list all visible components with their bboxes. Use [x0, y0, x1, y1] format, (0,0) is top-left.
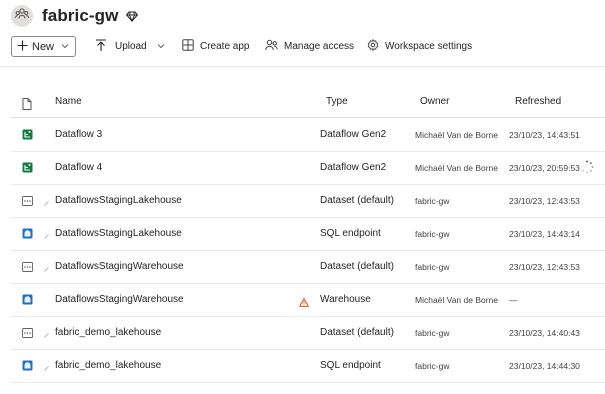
row-owner: fabric-gw [415, 228, 450, 239]
workspace-header: fabric-gw [11, 4, 139, 28]
row-owner: fabric-gw [415, 195, 450, 206]
upload-icon [95, 38, 107, 55]
row-refreshed: 23/10/23, 14:43:51 [509, 129, 580, 140]
new-button-label: New [32, 40, 55, 53]
gear-icon [367, 38, 379, 54]
row-type: SQL endpoint [320, 360, 381, 371]
column-header-type[interactable]: Type [326, 96, 348, 107]
create-app-button[interactable]: Create app [182, 35, 249, 58]
row-type: Dataset (default) [320, 195, 394, 206]
child-item-marker-icon [44, 358, 49, 371]
file-type-icon [22, 97, 32, 115]
new-button[interactable]: New [11, 36, 76, 57]
row-name[interactable]: fabric_demo_lakehouse [55, 349, 161, 382]
table-row[interactable]: DataflowsStagingLakehouse Dataset (defau… [11, 184, 605, 218]
table-row[interactable]: Dataflow 3 Dataflow Gen2 Michaël Van de … [11, 118, 605, 152]
people-group-icon [14, 6, 30, 27]
row-refreshed: 23/10/23, 12:43:53 [509, 261, 580, 272]
row-owner: fabric-gw [415, 360, 450, 371]
row-refreshed: 23/10/23, 14:43:14 [509, 228, 580, 239]
manage-access-button[interactable]: Manage access [265, 35, 354, 58]
row-owner: Michaël Van de Borne [415, 162, 499, 173]
row-name[interactable]: Dataflow 3 [55, 118, 102, 151]
row-type: Dataset (default) [320, 261, 394, 272]
diamond-icon [126, 10, 139, 22]
dataset-icon [22, 316, 34, 349]
row-owner: fabric-gw [415, 327, 450, 338]
column-header-refreshed[interactable]: Refreshed [515, 96, 561, 107]
sql-endpoint-icon [22, 217, 34, 250]
chevron-down-icon [157, 41, 165, 52]
warehouse-icon [22, 283, 34, 316]
row-name[interactable]: Dataflow 4 [55, 151, 102, 184]
row-refreshed: — [509, 294, 518, 305]
child-item-marker-icon [44, 325, 49, 338]
row-type: Dataset (default) [320, 327, 394, 338]
child-item-marker-icon [44, 259, 49, 272]
upload-label: Upload [115, 41, 147, 52]
people-icon [265, 39, 278, 54]
workspace-title: fabric-gw [42, 6, 119, 25]
dataset-icon [22, 184, 34, 217]
table-row[interactable]: DataflowsStagingWarehouse Warehouse Mich… [11, 283, 605, 317]
row-name[interactable]: DataflowsStagingLakehouse [55, 184, 182, 217]
row-name[interactable]: DataflowsStagingLakehouse [55, 217, 182, 250]
row-type: Dataflow Gen2 [320, 162, 387, 173]
row-owner: Michaël Van de Borne [415, 129, 499, 140]
row-name[interactable]: DataflowsStagingWarehouse [55, 250, 184, 283]
upload-button[interactable]: Upload [95, 35, 165, 58]
workspace-settings-button[interactable]: Workspace settings [367, 35, 472, 58]
dataflow-icon [22, 118, 34, 151]
row-refreshed: 23/10/23, 12:43:53 [509, 195, 580, 206]
row-owner: Michaël Van de Borne [415, 294, 499, 305]
table-row[interactable]: DataflowsStagingWarehouse Dataset (defau… [11, 250, 605, 284]
row-name[interactable]: fabric_demo_lakehouse [55, 316, 161, 349]
row-name[interactable]: DataflowsStagingWarehouse [55, 283, 184, 316]
sql-endpoint-icon [22, 349, 34, 382]
plus-icon [17, 40, 28, 54]
row-type: SQL endpoint [320, 228, 381, 239]
toolbar-divider [0, 66, 605, 67]
row-refreshed: 23/10/23, 20:59:53 [509, 162, 580, 173]
row-refreshed: 23/10/23, 14:40:43 [509, 327, 580, 338]
app-grid-icon [182, 39, 194, 54]
workspace-settings-label: Workspace settings [385, 41, 473, 52]
row-owner: fabric-gw [415, 261, 450, 272]
column-header-owner[interactable]: Owner [420, 96, 449, 107]
chevron-down-icon [61, 41, 69, 52]
row-type: Dataflow Gen2 [320, 129, 387, 140]
table-row[interactable]: fabric_demo_lakehouse Dataset (default) … [11, 316, 605, 350]
table-row[interactable]: Dataflow 4 Dataflow Gen2 Michaël Van de … [11, 151, 605, 185]
child-item-marker-icon [44, 193, 49, 206]
child-item-marker-icon [44, 226, 49, 239]
create-app-label: Create app [200, 41, 250, 52]
dataset-icon [22, 250, 34, 283]
table-row[interactable]: DataflowsStagingLakehouse SQL endpoint f… [11, 217, 605, 251]
manage-access-label: Manage access [284, 41, 355, 52]
workspace-avatar [11, 5, 33, 27]
warning-icon[interactable] [299, 294, 309, 312]
column-header-name[interactable]: Name [55, 96, 82, 107]
refresh-spinner-icon [580, 160, 594, 179]
row-type: Warehouse [320, 294, 371, 305]
table-row[interactable]: fabric_demo_lakehouse SQL endpoint fabri… [11, 349, 605, 383]
workspace-toolbar: New Upload Create app Manage access Work… [11, 35, 605, 58]
row-refreshed: 23/10/23, 14:44:30 [509, 360, 580, 371]
dataflow-icon [22, 151, 34, 184]
